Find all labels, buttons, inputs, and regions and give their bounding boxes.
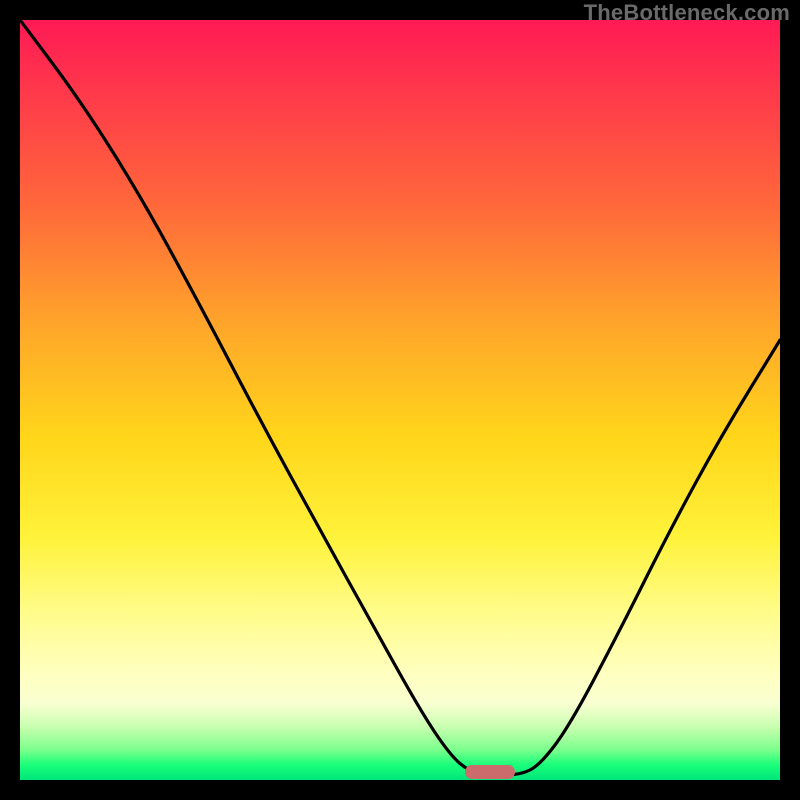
chart-area (20, 20, 780, 780)
bottleneck-curve (20, 20, 780, 780)
optimal-marker (465, 765, 515, 779)
